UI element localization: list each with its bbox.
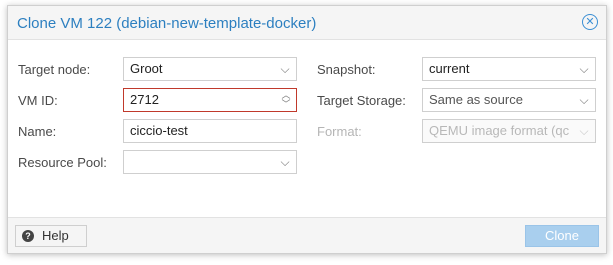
clone-vm-dialog: Clone VM 122 (debian-new-template-docker… [7,5,607,254]
vm-id-value: 2712 [130,92,159,107]
snapshot-value: current [429,61,470,76]
snapshot-select[interactable]: current ⌵ [422,57,596,81]
clone-button[interactable]: Clone [525,225,599,247]
format-label: Format: [317,124,362,139]
clone-label: Clone [545,228,579,243]
target-node-label: Target node: [18,62,91,77]
name-label: Name: [18,124,57,139]
dialog-titlebar: Clone VM 122 (debian-new-template-docker… [8,6,606,40]
spinner-arrows-icon[interactable]: ︿ ﹀ [276,89,296,111]
target-storage-select[interactable]: Same as source ⌵ [422,88,596,112]
help-button[interactable]: ? Help [15,225,87,247]
resource-pool-label: Resource Pool: [18,155,107,170]
vm-id-field[interactable]: 2712 ︿ ﹀ [123,88,297,112]
target-node-select[interactable]: Groot ⌵ [123,57,297,81]
target-storage-label: Target Storage: [317,93,406,108]
name-value: ciccio-test [130,123,188,138]
question-circle-icon: ? [22,230,34,242]
close-icon[interactable]: ✕ [582,14,598,30]
format-select: QEMU image format (qc ⌵ [422,119,596,143]
chevron-down-icon[interactable]: ⌵ [573,58,595,80]
chevron-down-icon[interactable]: ⌵ [274,151,296,173]
dialog-body: Target node: Groot ⌵ VM ID: 2712 ︿ ﹀ Name… [8,40,606,218]
name-field[interactable]: ciccio-test [123,119,297,143]
chevron-down-icon[interactable]: ⌵ [573,89,595,111]
snapshot-label: Snapshot: [317,62,376,77]
target-storage-value: Same as source [429,92,523,107]
target-node-value: Groot [130,61,163,76]
format-value: QEMU image format (qc [429,123,570,138]
dialog-title: Clone VM 122 (debian-new-template-docker… [17,15,317,32]
resource-pool-select[interactable]: ⌵ [123,150,297,174]
vm-id-label: VM ID: [18,93,58,108]
chevron-down-icon: ⌵ [573,120,595,142]
dialog-footer: ? Help Clone [8,217,606,253]
help-label: Help [42,228,69,243]
chevron-down-icon[interactable]: ⌵ [274,58,296,80]
